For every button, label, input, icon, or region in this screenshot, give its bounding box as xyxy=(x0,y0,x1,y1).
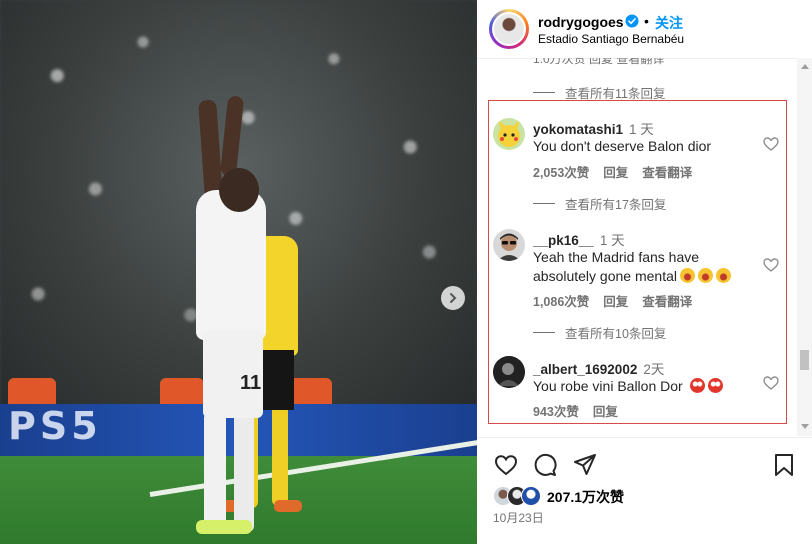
player-head xyxy=(219,168,259,212)
comment-time: 2天 xyxy=(643,362,665,377)
pikachu-avatar-icon xyxy=(498,120,520,147)
comment-username[interactable]: _albert_1692002 2天 xyxy=(533,358,664,378)
post-photo: PS5 11 xyxy=(0,0,477,544)
comment-text: You robe vini Ballon Dor xyxy=(533,377,761,396)
angry-face-emoji-icon xyxy=(689,378,705,393)
verified-badge-icon xyxy=(625,14,639,28)
commenter-avatar[interactable] xyxy=(493,356,525,388)
liked-by-avatars[interactable] xyxy=(493,486,545,506)
separator-dot: • xyxy=(644,13,649,29)
man-sunglasses-avatar-icon xyxy=(497,233,521,261)
comments-list[interactable]: 1.0万次赞 回复 查看翻译 查看所有11条回复 yokomatashi1 1 天… xyxy=(477,58,797,436)
chevron-right-icon xyxy=(450,293,457,303)
reply-button[interactable]: 回复 xyxy=(593,405,618,419)
post-date: 10月23日 xyxy=(493,511,544,525)
heart-icon[interactable] xyxy=(763,136,779,152)
dark-portrait-avatar-icon xyxy=(493,356,525,388)
scroll-down-arrow-icon[interactable] xyxy=(801,424,809,429)
player-leg xyxy=(234,412,254,532)
comment-meta: 2,053次赞 回复 查看翻译 xyxy=(533,162,706,181)
post-panel: rodrygogoes • 关注 Estadio Santiago Bernab… xyxy=(477,0,812,544)
comment-time: 1 天 xyxy=(599,233,625,248)
comment-username[interactable]: __pk16__ 1 天 xyxy=(533,229,625,249)
jersey-number: 11 xyxy=(240,372,262,394)
comments-scrollbar[interactable] xyxy=(797,58,812,436)
player-leg xyxy=(204,412,226,532)
scroll-up-arrow-icon[interactable] xyxy=(801,64,809,69)
heart-icon[interactable] xyxy=(763,257,779,273)
liker-avatar xyxy=(521,486,541,506)
view-replies-button[interactable]: 查看所有17条回复 xyxy=(533,194,666,213)
opponent-boot xyxy=(274,500,302,512)
rofl-emoji-icon xyxy=(698,268,713,283)
ad-board-text: PS5 xyxy=(8,404,102,448)
reply-button[interactable]: 回复 xyxy=(603,166,628,180)
comment-likes[interactable]: 2,053次赞 xyxy=(533,166,589,180)
opponent-shorts xyxy=(258,350,294,410)
like-heart-icon[interactable] xyxy=(493,452,519,478)
comment-likes[interactable]: 943次赞 xyxy=(533,405,579,419)
comment-text: Yeah the Madrid fans have absolutely gon… xyxy=(533,248,761,286)
comment-time: 1 天 xyxy=(629,122,654,137)
translate-button[interactable]: 查看翻译 xyxy=(642,295,692,309)
comment-username[interactable]: yokomatashi1 1 天 xyxy=(533,118,654,138)
post-location[interactable]: Estadio Santiago Bernabéu xyxy=(538,32,684,46)
rofl-emoji-icon xyxy=(680,268,695,283)
post-username[interactable]: rodrygogoes xyxy=(538,14,624,30)
profile-avatar[interactable] xyxy=(489,9,529,49)
commenter-avatar[interactable] xyxy=(493,118,525,150)
view-replies-button[interactable]: 查看所有10条回复 xyxy=(533,323,666,342)
share-send-icon[interactable] xyxy=(572,452,598,478)
opponent-leg xyxy=(272,400,288,506)
translate-button[interactable]: 查看翻译 xyxy=(642,166,692,180)
comment-bubble-icon[interactable] xyxy=(532,452,558,478)
player-jersey xyxy=(196,190,266,340)
next-image-button[interactable] xyxy=(441,286,465,310)
heart-icon[interactable] xyxy=(763,375,779,391)
follow-button[interactable]: 关注 xyxy=(655,13,683,33)
reply-button[interactable]: 回复 xyxy=(603,295,628,309)
comment-meta: 1,086次赞 回复 查看翻译 xyxy=(533,291,706,310)
cut-off-comment-meta: 1.0万次赞 回复 查看翻译 xyxy=(533,58,665,66)
player-boot xyxy=(226,520,252,534)
comment-text: You don't deserve Balon dior xyxy=(533,138,712,154)
bookmark-save-icon[interactable] xyxy=(771,452,797,478)
comment-meta: 943次赞 回复 xyxy=(533,401,632,420)
rofl-emoji-icon xyxy=(716,268,731,283)
scrollbar-thumb[interactable] xyxy=(800,350,809,370)
commenter-avatar[interactable] xyxy=(493,229,525,261)
likes-count[interactable]: 207.1万次赞 xyxy=(547,487,624,507)
comment-likes[interactable]: 1,086次赞 xyxy=(533,295,589,309)
post-header: rodrygogoes • 关注 Estadio Santiago Bernab… xyxy=(477,0,812,59)
post-actions: 207.1万次赞 10月23日 xyxy=(477,437,812,545)
angry-face-emoji-icon xyxy=(707,378,723,393)
